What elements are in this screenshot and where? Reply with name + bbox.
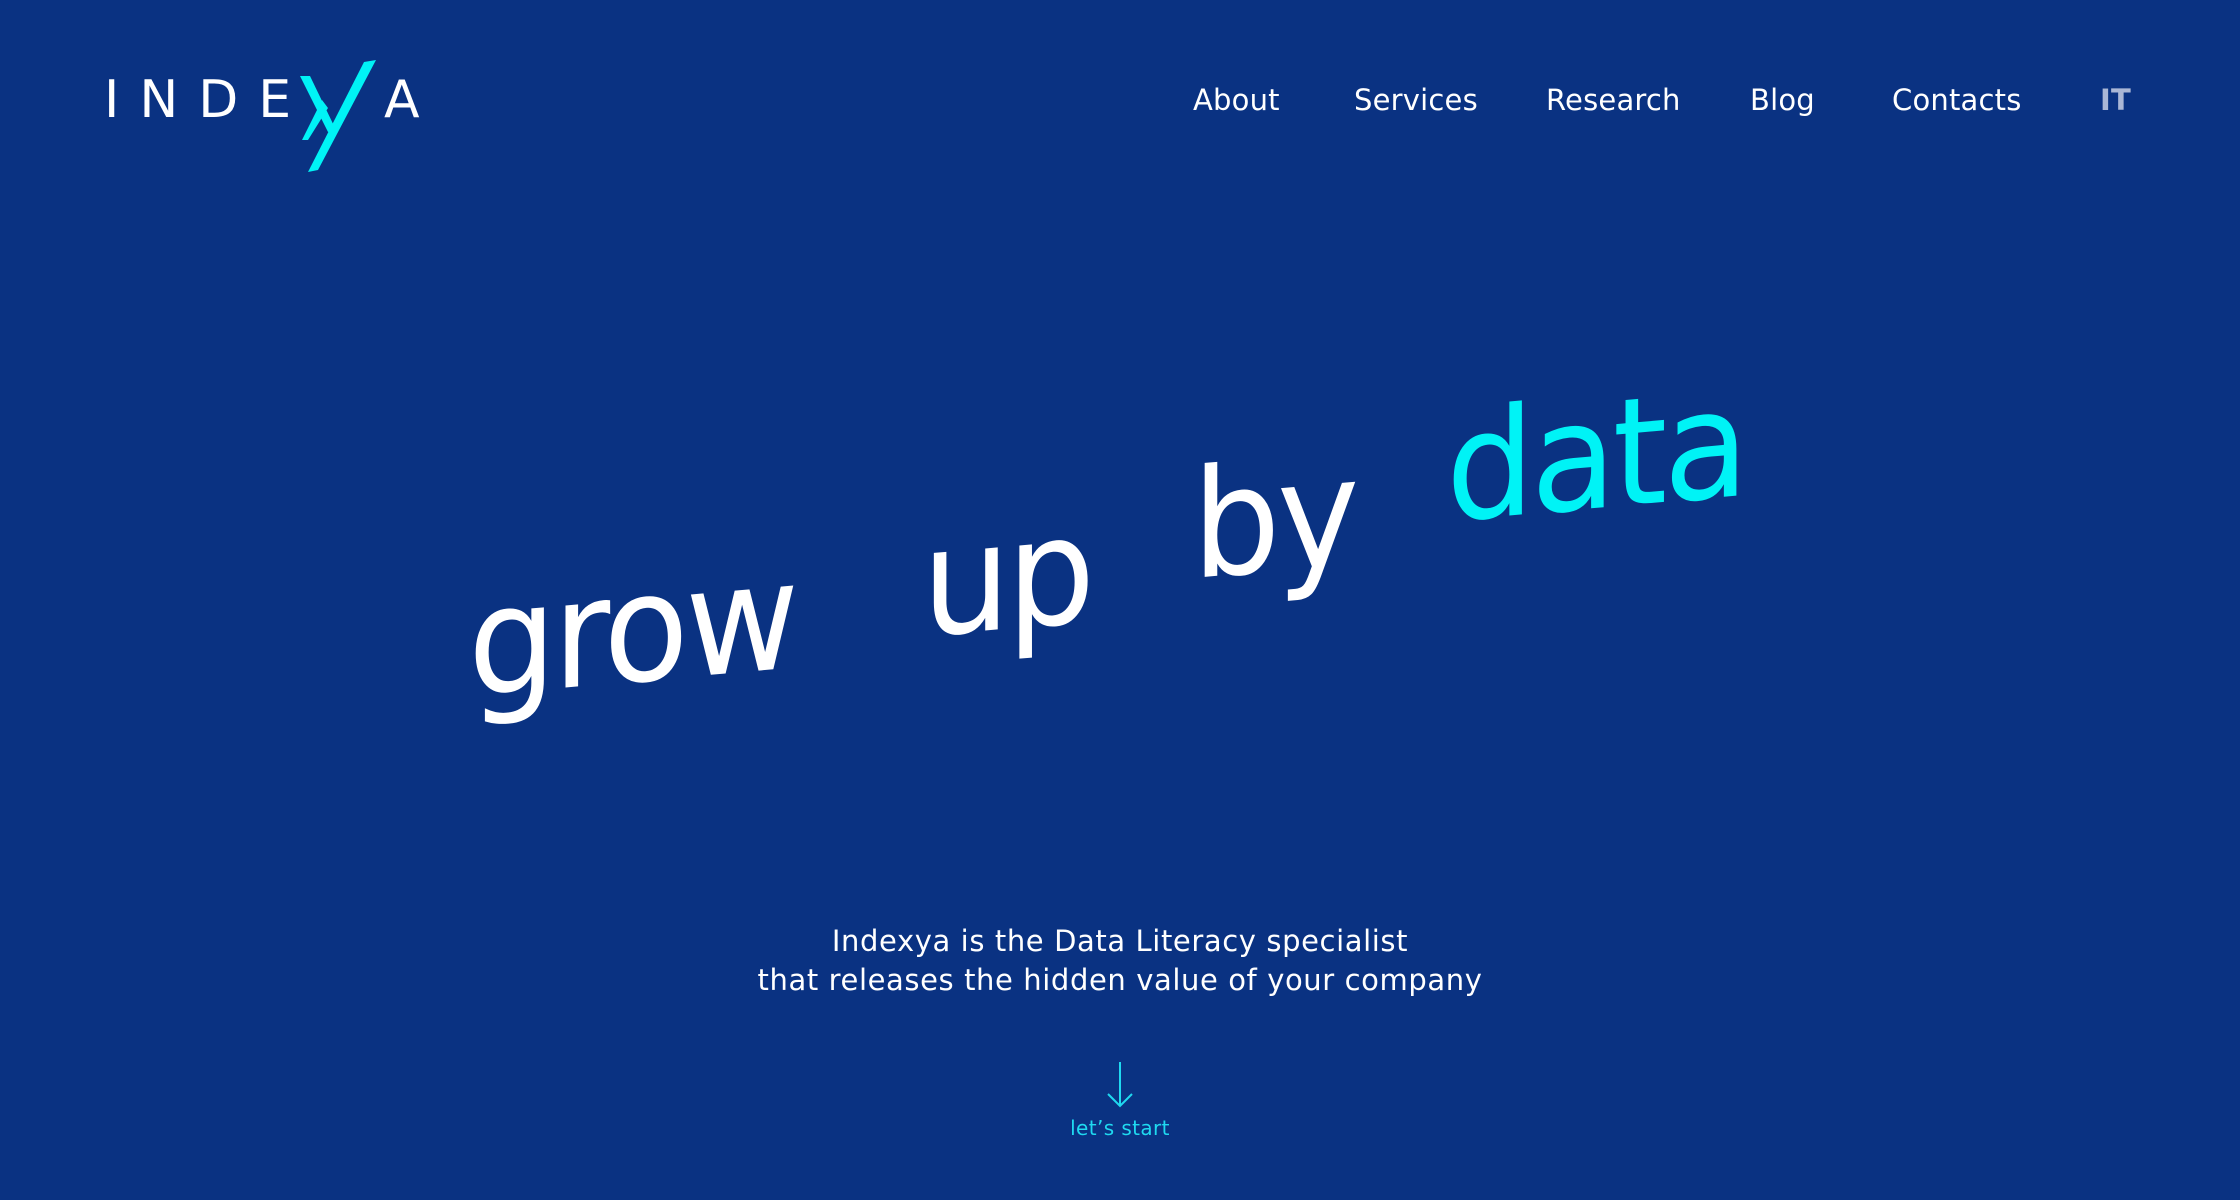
nav-blog[interactable]: Blog	[1750, 78, 1815, 122]
main-nav: About Services Research Blog Contacts IT	[0, 78, 2240, 122]
arrow-down-icon	[1107, 1062, 1133, 1108]
language-switch[interactable]: IT	[2100, 78, 2131, 122]
nav-about[interactable]: About	[1193, 78, 1280, 122]
nav-services[interactable]: Services	[1354, 78, 1478, 122]
tagline-line-2: that releases the hidden value of your c…	[757, 963, 1483, 997]
nav-contacts[interactable]: Contacts	[1892, 78, 2022, 122]
hero-word-by: by	[1192, 425, 1356, 614]
tagline-line-1: Indexya is the Data Literacy specialist	[831, 924, 1409, 958]
lets-start-label: let’s start	[1070, 1116, 1170, 1140]
hero-word-up: up	[922, 483, 1092, 672]
lets-start-button[interactable]: let’s start	[1020, 1060, 1220, 1140]
tagline: Indexya is the Data Literacy specialist …	[0, 922, 2240, 1000]
hero-word-data: data	[1446, 356, 1746, 557]
page: INDE A About Services Research Blog Cont…	[0, 0, 2240, 1200]
hero-word-grow: grow	[468, 529, 796, 732]
nav-research[interactable]: Research	[1546, 78, 1681, 122]
